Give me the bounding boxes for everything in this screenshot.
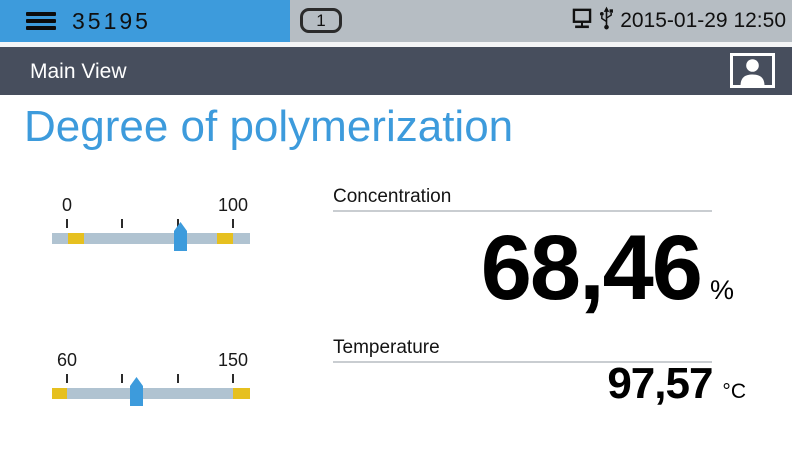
gauge-min-label: 0 bbox=[62, 196, 72, 214]
usb-icon bbox=[598, 5, 615, 37]
reading-value: 68,46 bbox=[481, 222, 701, 314]
network-icon bbox=[571, 6, 593, 37]
gauge-warning-zone bbox=[52, 388, 67, 399]
reading-unit: % bbox=[710, 277, 734, 304]
gauge-warning-zone bbox=[68, 233, 84, 244]
gauge-tick bbox=[66, 374, 68, 383]
view-title: Main View bbox=[30, 60, 127, 84]
reading-unit: °C bbox=[722, 381, 746, 402]
gauge-warning-zone bbox=[217, 233, 233, 244]
gauge-tick bbox=[66, 219, 68, 228]
device-id: 35195 bbox=[72, 8, 151, 35]
gauge-track bbox=[52, 233, 250, 244]
user-icon bbox=[730, 76, 775, 91]
reading-concentration: 68,46 % bbox=[333, 222, 734, 314]
concentration-gauge: 0 100 bbox=[52, 196, 250, 254]
view-title-bar: Main View bbox=[0, 47, 792, 95]
datetime-display: 2015-01-29 12:50 bbox=[620, 9, 786, 33]
gauge-max-label: 100 bbox=[218, 196, 248, 214]
gauge-min-label: 60 bbox=[57, 351, 77, 369]
gauge-tick bbox=[232, 374, 234, 383]
status-indicators: 2015-01-29 12:50 bbox=[571, 0, 786, 42]
hamburger-menu-icon[interactable] bbox=[26, 12, 56, 30]
slot-tab-1[interactable]: 1 bbox=[300, 8, 342, 33]
gauge-track bbox=[52, 388, 250, 399]
status-bar: 35195 1 2015-01-29 12:50 bbox=[0, 0, 792, 42]
device-tab[interactable]: 35195 bbox=[0, 0, 290, 42]
slot-tab-label: 1 bbox=[316, 11, 325, 31]
gauge-tick bbox=[177, 374, 179, 383]
gauge-warning-zone bbox=[233, 388, 250, 399]
gauge-tick bbox=[121, 219, 123, 228]
reading-label-concentration: Concentration bbox=[333, 186, 451, 208]
user-login-button[interactable] bbox=[730, 53, 775, 88]
gauge-tick bbox=[121, 374, 123, 383]
reading-value: 97,57 bbox=[607, 362, 712, 406]
reading-label-temperature: Temperature bbox=[333, 337, 440, 359]
gauge-pointer-icon bbox=[130, 377, 143, 406]
page-title: Degree of polymerization bbox=[24, 102, 513, 152]
reading-temperature: 97,57 °C bbox=[333, 362, 746, 406]
gauge-tick bbox=[232, 219, 234, 228]
divider bbox=[333, 210, 712, 212]
temperature-gauge: 60 150 bbox=[52, 351, 250, 409]
gauge-pointer-icon bbox=[174, 222, 187, 251]
gauge-max-label: 150 bbox=[218, 351, 248, 369]
